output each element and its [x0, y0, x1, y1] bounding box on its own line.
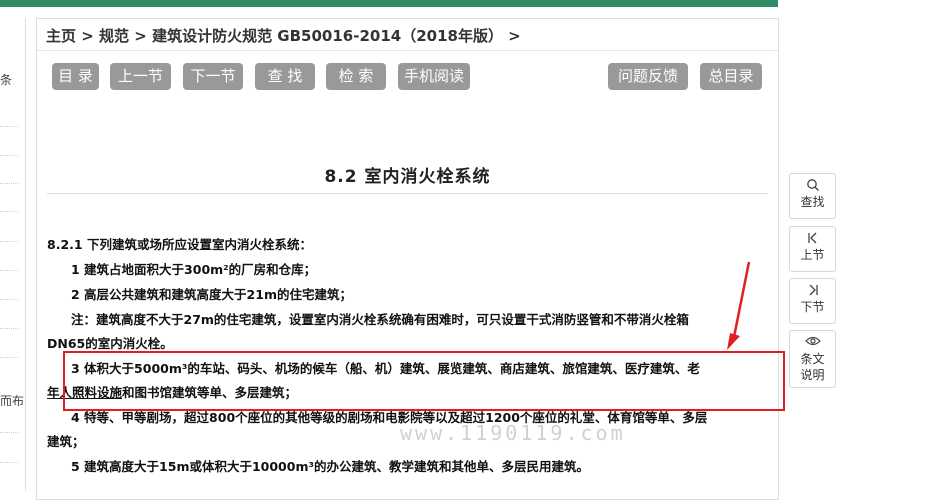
side-previous-button[interactable]: 上节 — [789, 226, 836, 272]
side-find-label: 查找 — [800, 195, 825, 209]
side-next-label: 下节 — [800, 300, 825, 314]
arrow-left-bar-icon — [790, 231, 835, 247]
section-title: 8.2 室内消火栓系统 — [324, 167, 491, 187]
breadcrumb-separator: > — [502, 27, 521, 45]
left-panel-text: 而布 — [0, 394, 25, 408]
clause-note: 注：建筑高度不大于27m的住宅建筑，设置室内消火栓系统确有困难时，可只设置干式消… — [71, 312, 689, 327]
side-previous-label: 上节 — [800, 248, 825, 262]
divider — [0, 270, 18, 271]
breadcrumb: 主页 > 规范 > 建筑设计防火规范 GB50016-2014（2018年版） … — [46, 25, 521, 46]
highlight-annotation-box — [63, 351, 785, 411]
breadcrumb-separator: > — [76, 27, 100, 45]
search-button[interactable]: 检 索 — [326, 63, 386, 90]
eye-icon — [790, 335, 835, 351]
divider — [0, 126, 18, 127]
clause-item: 5 建筑高度大于15m或体积大于10000m³的办公建筑、教学建筑和其他单、多层… — [71, 459, 589, 474]
search-icon — [790, 178, 835, 194]
divider — [0, 432, 18, 433]
side-explanation-label: 条文 — [800, 352, 825, 366]
breadcrumb-document-link[interactable]: 建筑设计防火规范 GB50016-2014（2018年版） — [152, 27, 503, 45]
divider — [0, 211, 18, 212]
side-find-button[interactable]: 查找 — [789, 173, 836, 219]
breadcrumb-separator: > — [129, 27, 153, 45]
arrow-right-bar-icon — [790, 283, 835, 299]
side-explanation-button[interactable]: 条文 说明 — [789, 330, 836, 388]
mobile-read-button[interactable]: 手机阅读 — [398, 63, 470, 90]
divider — [0, 462, 18, 463]
divider — [0, 328, 18, 329]
divider — [0, 155, 18, 156]
clause-heading: 8.2.1 下列建筑或场所应设置室内消火栓系统： — [47, 237, 312, 252]
find-button[interactable]: 查 找 — [255, 63, 315, 90]
side-explanation-label: 说明 — [800, 368, 825, 382]
divider — [0, 241, 18, 242]
next-section-button[interactable]: 下一节 — [183, 63, 243, 90]
left-navigation-panel: 条 而布 — [0, 18, 26, 491]
divider — [0, 299, 18, 300]
left-panel-text: 条 — [0, 73, 13, 87]
feedback-button[interactable]: 问题反馈 — [608, 63, 688, 90]
breadcrumb-section-link[interactable]: 规范 — [99, 27, 129, 45]
divider — [37, 50, 778, 51]
top-accent-bar — [0, 0, 778, 7]
divider — [0, 357, 18, 358]
contents-button[interactable]: 目 录 — [52, 63, 99, 90]
watermark: www.1190119.com — [400, 421, 626, 445]
clause-item: 1 建筑占地面积大于300m²的厂房和仓库； — [71, 262, 317, 277]
clause-item: 2 高层公共建筑和建筑高度大于21m的住宅建筑； — [71, 287, 352, 302]
previous-section-button[interactable]: 上一节 — [110, 63, 171, 90]
divider — [0, 183, 18, 184]
side-next-button[interactable]: 下节 — [789, 278, 836, 324]
divider — [47, 193, 768, 194]
index-button[interactable]: 总目录 — [700, 63, 762, 90]
breadcrumb-home-link[interactable]: 主页 — [46, 27, 76, 45]
